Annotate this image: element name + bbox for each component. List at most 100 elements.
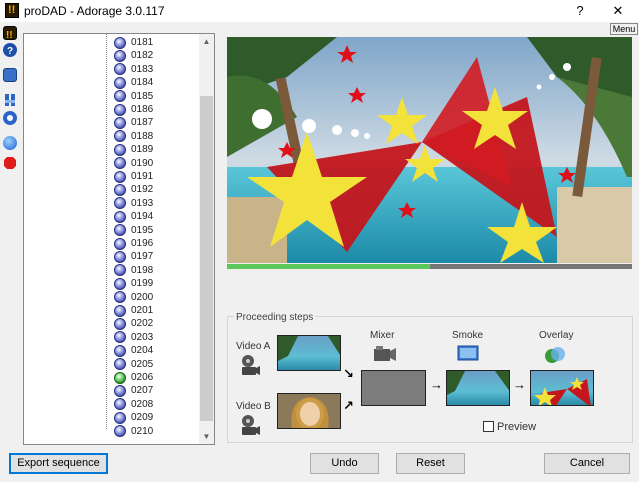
tree-item-label: 0208 — [131, 398, 154, 410]
tree-item[interactable]: 0185 — [114, 90, 153, 103]
item-icon — [114, 398, 126, 411]
tree-item[interactable]: 0189 — [114, 143, 153, 156]
film-reel-icon — [240, 354, 260, 376]
playback-progress-bar[interactable] — [227, 264, 632, 269]
export-sequence-button[interactable]: Export sequence — [9, 453, 108, 474]
cancel-button[interactable]: Cancel — [544, 453, 630, 474]
undo-button[interactable]: Undo — [310, 453, 379, 474]
item-icon — [114, 130, 126, 143]
item-icon — [114, 90, 126, 103]
tree-item[interactable]: 0184 — [114, 76, 153, 89]
svg-text:?: ? — [7, 46, 13, 57]
item-icon — [114, 197, 126, 210]
proceeding-steps-legend: Proceeding steps — [234, 312, 316, 323]
film-reel-icon — [240, 414, 260, 436]
sequence-tree[interactable]: 0181 0182 0183 0184 0185 0186 0187 0188 0189 0190… — [23, 33, 215, 445]
window-title: proDAD - Adorage 3.0.117 — [24, 4, 165, 18]
video-a-thumbnail[interactable] — [277, 335, 341, 371]
tree-item-label: 0197 — [131, 251, 154, 263]
tree-item[interactable]: 0210 — [114, 425, 153, 438]
item-icon — [114, 264, 126, 277]
screen-icon[interactable] — [3, 68, 17, 82]
blue-ball-icon[interactable] — [3, 136, 17, 150]
item-icon — [114, 143, 126, 156]
tree-item-label: 0209 — [131, 412, 154, 424]
warning-icon[interactable]: !! — [3, 26, 17, 41]
tree-item-label: 0195 — [131, 224, 154, 236]
item-icon — [114, 210, 126, 223]
mixer-label: Mixer — [370, 330, 395, 341]
smoke-label: Smoke — [452, 330, 484, 341]
smoke-thumbnail[interactable] — [446, 370, 510, 406]
tree-item-label: 0206 — [131, 372, 154, 383]
screen-icon — [457, 345, 479, 363]
tree-item-label: 0188 — [131, 130, 154, 142]
tree-item[interactable]: 0199 — [114, 277, 153, 290]
item-icon — [114, 317, 126, 330]
tree-item[interactable]: 0192 — [114, 183, 153, 196]
tree-item[interactable]: 0194 — [114, 210, 153, 223]
tree-item[interactable]: 0188 — [114, 130, 153, 143]
arrow-right-icon: → — [430, 377, 443, 392]
red-stop-icon[interactable] — [3, 156, 17, 170]
tree-item[interactable]: 0206 — [114, 371, 153, 384]
video-b-thumbnail[interactable] — [277, 393, 341, 429]
tree-item[interactable]: 0186 — [114, 103, 153, 116]
item-icon — [114, 157, 126, 170]
menu-button[interactable]: Menu — [610, 23, 638, 35]
item-icon — [114, 358, 126, 371]
tree-item[interactable]: 0209 — [114, 411, 153, 424]
tree-item[interactable]: 0196 — [114, 237, 153, 250]
tree-item[interactable]: 0187 — [114, 116, 153, 129]
tree-item[interactable]: 0195 — [114, 224, 153, 237]
tree-item-label: 0203 — [131, 331, 154, 343]
camera-icon — [372, 345, 396, 363]
reset-button[interactable]: Reset — [396, 453, 465, 474]
item-icon — [114, 36, 126, 49]
tree-item[interactable]: 0202 — [114, 317, 153, 330]
tree-item[interactable]: 0204 — [114, 344, 153, 357]
overlay-thumbnail[interactable] — [530, 370, 594, 406]
tree-connector-line — [106, 34, 107, 429]
help-button[interactable]: ? — [565, 2, 595, 20]
tree-item[interactable]: 0182 — [114, 49, 153, 62]
tree-item[interactable]: 0200 — [114, 291, 153, 304]
tree-item-label: 0184 — [131, 77, 154, 89]
item-icon — [114, 250, 126, 263]
tree-item[interactable]: 0191 — [114, 170, 153, 183]
tree-item[interactable]: 0183 — [114, 63, 153, 76]
item-icon — [114, 237, 126, 250]
title-bar: proDAD - Adorage 3.0.117 ? ✕ — [0, 0, 639, 22]
tree-item[interactable]: 0193 — [114, 197, 153, 210]
tree-item[interactable]: 0207 — [114, 384, 153, 397]
tree-item[interactable]: 0203 — [114, 331, 153, 344]
tree-item[interactable]: 0205 — [114, 358, 153, 371]
tree-item[interactable]: 0208 — [114, 398, 153, 411]
tree-item[interactable]: 0190 — [114, 157, 153, 170]
filter-icon[interactable] — [3, 93, 17, 107]
tree-item[interactable]: 0198 — [114, 264, 153, 277]
tree-item-label: 0204 — [131, 345, 154, 357]
item-icon — [114, 411, 126, 424]
tree-item-label: 0187 — [131, 117, 154, 129]
tree-item-label: 0198 — [131, 264, 154, 276]
tree-item-label: 0189 — [131, 144, 154, 156]
tree-item[interactable]: 0201 — [114, 304, 153, 317]
tree-item-label: 0192 — [131, 184, 154, 196]
item-icon — [114, 304, 126, 317]
preview-checkbox[interactable] — [483, 421, 494, 432]
tree-item[interactable]: 0181 — [114, 36, 153, 49]
tree-item-label: 0207 — [131, 385, 154, 397]
item-icon — [114, 76, 126, 89]
scroll-up-icon[interactable]: ▲ — [199, 34, 214, 49]
tree-item-label: 0199 — [131, 278, 154, 290]
svg-text:!!: !! — [6, 30, 13, 41]
mixer-thumbnail[interactable] — [361, 370, 426, 406]
tree-item[interactable]: 0197 — [114, 250, 153, 263]
close-button[interactable]: ✕ — [603, 2, 633, 20]
scroll-down-icon[interactable]: ▼ — [199, 429, 214, 444]
scroll-thumb[interactable] — [200, 96, 213, 421]
tree-scrollbar[interactable]: ▲ ▼ — [199, 34, 214, 444]
settings-icon[interactable] — [3, 111, 17, 125]
help-icon[interactable]: ? — [3, 43, 17, 57]
